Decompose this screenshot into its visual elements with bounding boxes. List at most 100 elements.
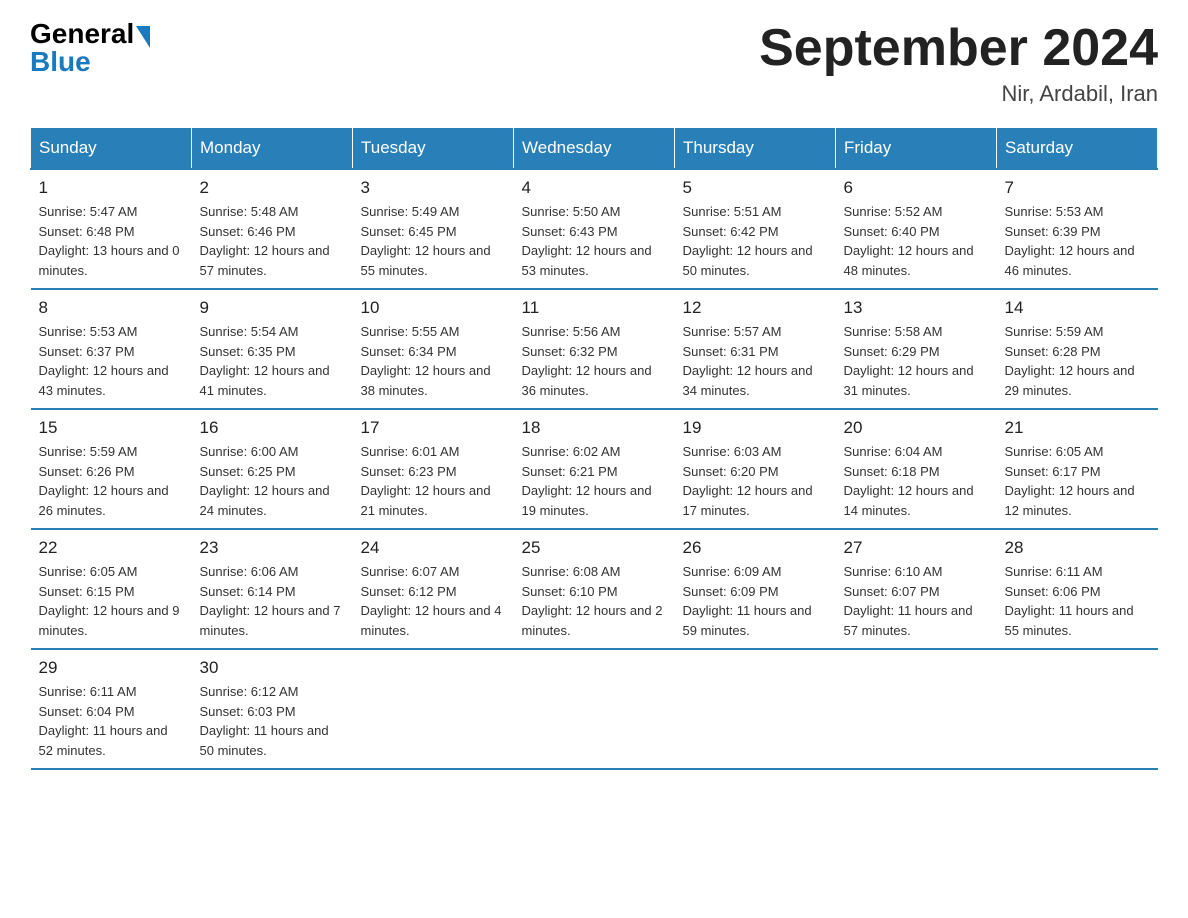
calendar-week-row: 29Sunrise: 6:11 AMSunset: 6:04 PMDayligh… — [31, 649, 1158, 769]
day-info: Sunrise: 5:58 AMSunset: 6:29 PMDaylight:… — [844, 322, 989, 400]
day-number: 8 — [39, 298, 184, 318]
calendar-cell — [514, 649, 675, 769]
day-number: 16 — [200, 418, 345, 438]
calendar-cell: 14Sunrise: 5:59 AMSunset: 6:28 PMDayligh… — [997, 289, 1158, 409]
day-number: 25 — [522, 538, 667, 558]
day-info: Sunrise: 5:56 AMSunset: 6:32 PMDaylight:… — [522, 322, 667, 400]
weekday-header-wednesday: Wednesday — [514, 128, 675, 170]
title-area: September 2024 Nir, Ardabil, Iran — [759, 20, 1158, 107]
calendar-cell: 5 Sunrise: 5:51 AMSunset: 6:42 PMDaylight… — [675, 169, 836, 289]
day-info: Sunrise: 6:10 AMSunset: 6:07 PMDaylight:… — [844, 562, 989, 640]
weekday-header-saturday: Saturday — [997, 128, 1158, 170]
calendar-week-row: 15 Sunrise: 5:59 AMSunset: 6:26 PMDayligh… — [31, 409, 1158, 529]
calendar-header-row: SundayMondayTuesdayWednesdayThursdayFrid… — [31, 128, 1158, 170]
day-number: 15 — [39, 418, 184, 438]
weekday-header-tuesday: Tuesday — [353, 128, 514, 170]
calendar-cell: 25 Sunrise: 6:08 AMSunset: 6:10 PMDayligh… — [514, 529, 675, 649]
calendar-week-row: 8 Sunrise: 5:53 AMSunset: 6:37 PMDaylight… — [31, 289, 1158, 409]
day-number: 28 — [1005, 538, 1150, 558]
day-info: Sunrise: 5:47 AMSunset: 6:48 PMDaylight:… — [39, 202, 184, 280]
day-number: 30 — [200, 658, 345, 678]
day-info: Sunrise: 5:53 AMSunset: 6:37 PMDaylight:… — [39, 322, 184, 400]
calendar-cell: 9 Sunrise: 5:54 AMSunset: 6:35 PMDaylight… — [192, 289, 353, 409]
calendar-cell: 30 Sunrise: 6:12 AMSunset: 6:03 PMDayligh… — [192, 649, 353, 769]
day-info: Sunrise: 6:12 AMSunset: 6:03 PMDaylight:… — [200, 682, 345, 760]
calendar-cell: 18 Sunrise: 6:02 AMSunset: 6:21 PMDayligh… — [514, 409, 675, 529]
calendar-cell: 12 Sunrise: 5:57 AMSunset: 6:31 PMDayligh… — [675, 289, 836, 409]
day-number: 9 — [200, 298, 345, 318]
day-number: 1 — [39, 178, 184, 198]
day-info: Sunrise: 5:50 AMSunset: 6:43 PMDaylight:… — [522, 202, 667, 280]
day-info: Sunrise: 5:51 AMSunset: 6:42 PMDaylight:… — [683, 202, 828, 280]
day-number: 21 — [1005, 418, 1150, 438]
day-number: 3 — [361, 178, 506, 198]
calendar-week-row: 1 Sunrise: 5:47 AMSunset: 6:48 PMDaylight… — [31, 169, 1158, 289]
calendar-week-row: 22Sunrise: 6:05 AMSunset: 6:15 PMDayligh… — [31, 529, 1158, 649]
logo-blue-text: Blue — [30, 48, 150, 76]
day-number: 23 — [200, 538, 345, 558]
calendar-cell: 2 Sunrise: 5:48 AMSunset: 6:46 PMDaylight… — [192, 169, 353, 289]
day-info: Sunrise: 6:07 AMSunset: 6:12 PMDaylight:… — [361, 562, 506, 640]
day-number: 19 — [683, 418, 828, 438]
weekday-header-sunday: Sunday — [31, 128, 192, 170]
day-number: 7 — [1005, 178, 1150, 198]
day-info: Sunrise: 5:52 AMSunset: 6:40 PMDaylight:… — [844, 202, 989, 280]
day-number: 27 — [844, 538, 989, 558]
day-info: Sunrise: 6:06 AMSunset: 6:14 PMDaylight:… — [200, 562, 345, 640]
calendar-cell: 19 Sunrise: 6:03 AMSunset: 6:20 PMDayligh… — [675, 409, 836, 529]
day-number: 13 — [844, 298, 989, 318]
logo: General Blue — [30, 20, 150, 76]
day-number: 5 — [683, 178, 828, 198]
calendar-cell: 27 Sunrise: 6:10 AMSunset: 6:07 PMDayligh… — [836, 529, 997, 649]
calendar-cell: 8 Sunrise: 5:53 AMSunset: 6:37 PMDaylight… — [31, 289, 192, 409]
calendar-cell: 10Sunrise: 5:55 AMSunset: 6:34 PMDayligh… — [353, 289, 514, 409]
day-info: Sunrise: 6:04 AMSunset: 6:18 PMDaylight:… — [844, 442, 989, 520]
location-subtitle: Nir, Ardabil, Iran — [759, 81, 1158, 107]
day-number: 22 — [39, 538, 184, 558]
calendar-cell — [836, 649, 997, 769]
calendar-cell: 7 Sunrise: 5:53 AMSunset: 6:39 PMDaylight… — [997, 169, 1158, 289]
day-info: Sunrise: 6:11 AMSunset: 6:06 PMDaylight:… — [1005, 562, 1150, 640]
calendar-cell: 4 Sunrise: 5:50 AMSunset: 6:43 PMDaylight… — [514, 169, 675, 289]
logo-triangle-icon — [136, 26, 150, 48]
day-number: 12 — [683, 298, 828, 318]
calendar-cell — [675, 649, 836, 769]
weekday-header-thursday: Thursday — [675, 128, 836, 170]
day-info: Sunrise: 5:48 AMSunset: 6:46 PMDaylight:… — [200, 202, 345, 280]
calendar-cell: 20 Sunrise: 6:04 AMSunset: 6:18 PMDayligh… — [836, 409, 997, 529]
calendar-cell: 1 Sunrise: 5:47 AMSunset: 6:48 PMDaylight… — [31, 169, 192, 289]
weekday-header-friday: Friday — [836, 128, 997, 170]
day-info: Sunrise: 6:00 AMSunset: 6:25 PMDaylight:… — [200, 442, 345, 520]
day-info: Sunrise: 6:11 AMSunset: 6:04 PMDaylight:… — [39, 682, 184, 760]
day-info: Sunrise: 5:54 AMSunset: 6:35 PMDaylight:… — [200, 322, 345, 400]
day-info: Sunrise: 5:59 AMSunset: 6:26 PMDaylight:… — [39, 442, 184, 520]
calendar-cell: 13 Sunrise: 5:58 AMSunset: 6:29 PMDayligh… — [836, 289, 997, 409]
day-number: 18 — [522, 418, 667, 438]
day-info: Sunrise: 6:05 AMSunset: 6:17 PMDaylight:… — [1005, 442, 1150, 520]
day-info: Sunrise: 6:09 AMSunset: 6:09 PMDaylight:… — [683, 562, 828, 640]
day-info: Sunrise: 5:49 AMSunset: 6:45 PMDaylight:… — [361, 202, 506, 280]
calendar-cell: 23 Sunrise: 6:06 AMSunset: 6:14 PMDayligh… — [192, 529, 353, 649]
calendar-cell: 29Sunrise: 6:11 AMSunset: 6:04 PMDayligh… — [31, 649, 192, 769]
day-number: 2 — [200, 178, 345, 198]
calendar-cell: 24 Sunrise: 6:07 AMSunset: 6:12 PMDayligh… — [353, 529, 514, 649]
day-info: Sunrise: 6:02 AMSunset: 6:21 PMDaylight:… — [522, 442, 667, 520]
calendar-cell: 26 Sunrise: 6:09 AMSunset: 6:09 PMDayligh… — [675, 529, 836, 649]
day-info: Sunrise: 5:57 AMSunset: 6:31 PMDaylight:… — [683, 322, 828, 400]
day-number: 24 — [361, 538, 506, 558]
day-number: 4 — [522, 178, 667, 198]
day-info: Sunrise: 5:59 AMSunset: 6:28 PMDaylight:… — [1005, 322, 1150, 400]
day-info: Sunrise: 6:03 AMSunset: 6:20 PMDaylight:… — [683, 442, 828, 520]
page-header: General Blue September 2024 Nir, Ardabil… — [30, 20, 1158, 107]
day-number: 20 — [844, 418, 989, 438]
logo-general-text: General — [30, 20, 134, 48]
day-number: 17 — [361, 418, 506, 438]
day-number: 26 — [683, 538, 828, 558]
day-number: 6 — [844, 178, 989, 198]
day-info: Sunrise: 6:08 AMSunset: 6:10 PMDaylight:… — [522, 562, 667, 640]
calendar-cell: 16 Sunrise: 6:00 AMSunset: 6:25 PMDayligh… — [192, 409, 353, 529]
day-info: Sunrise: 5:53 AMSunset: 6:39 PMDaylight:… — [1005, 202, 1150, 280]
calendar-cell: 3 Sunrise: 5:49 AMSunset: 6:45 PMDaylight… — [353, 169, 514, 289]
calendar-cell: 21 Sunrise: 6:05 AMSunset: 6:17 PMDayligh… — [997, 409, 1158, 529]
calendar-table: SundayMondayTuesdayWednesdayThursdayFrid… — [30, 127, 1158, 770]
